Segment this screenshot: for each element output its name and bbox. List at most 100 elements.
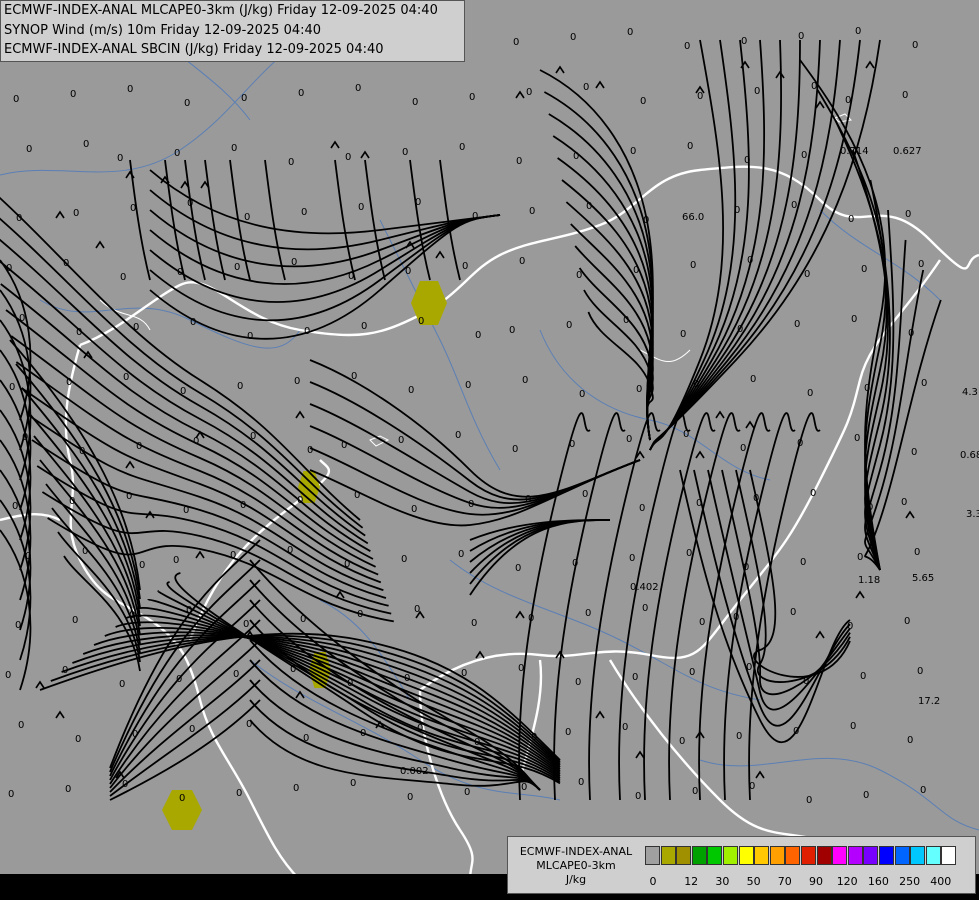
cin-value-label: 0 <box>19 313 25 324</box>
legend-tick-label: 50 <box>746 875 761 888</box>
cin-value-label: 0 <box>414 604 420 615</box>
cin-value-label: 0 <box>790 607 796 618</box>
cin-value-label: 0 <box>455 430 461 441</box>
cin-value-label: 0 <box>179 793 185 804</box>
cin-value-label: 0 <box>288 157 294 168</box>
cin-value-label: 0 <box>136 441 142 452</box>
cin-value-label: 0 <box>686 548 692 559</box>
legend-swatch <box>645 846 660 865</box>
cin-value-label: 3.3 <box>966 509 979 520</box>
legend-swatch <box>941 846 957 865</box>
weather-map[interactable]: 0 0 0 0 0 0 0 0 0 0 0 0 0 0 0 0 0 0 0 0 0 0 0 0 0 0 0 0 0 0 0 0 0 0 0 0 0 0 0 0… <box>0 0 979 900</box>
cin-value-label: 0 <box>69 496 75 507</box>
cin-value-label: 0 <box>26 144 32 155</box>
legend-tick-label: 12 <box>684 875 699 888</box>
cin-value-label: 0 <box>746 662 752 673</box>
cin-value-label: 0 <box>298 88 304 99</box>
cin-value-label: 0 <box>851 314 857 325</box>
legend-tick-label: 160 <box>867 875 889 888</box>
cin-value-label: 0 <box>244 212 250 223</box>
cin-value-label: 0 <box>357 609 363 620</box>
cin-value-label: 0 <box>344 559 350 570</box>
cin-value-label: 0 <box>177 267 183 278</box>
cin-value-label: 0 <box>801 150 807 161</box>
cin-value-label: 0 <box>639 503 645 514</box>
cin-value-label: 0 <box>360 728 366 739</box>
cin-value-label: 0 <box>914 547 920 558</box>
cin-value-label: 0 <box>526 87 532 98</box>
cin-value-label: 1.18 <box>858 575 880 586</box>
cin-value-label: 0 <box>462 261 468 272</box>
cin-value-label: 0 <box>300 614 306 625</box>
cin-value-label: 0 <box>585 608 591 619</box>
cin-value-label: 0 <box>402 147 408 158</box>
cin-value-label: 0 <box>586 201 592 212</box>
cin-value-label: 0 <box>750 374 756 385</box>
legend-tick-label: 120 <box>836 875 858 888</box>
cin-value-label: 0 <box>230 550 236 561</box>
cin-value-label: 0 <box>912 40 918 51</box>
legend-tick-label: 0 <box>649 875 657 888</box>
cin-value-label: 0 <box>303 733 309 744</box>
cin-value-label: 0 <box>810 488 816 499</box>
cin-value-label: 0 <box>72 615 78 626</box>
cin-value-label: 0 <box>509 325 515 336</box>
cin-value-label: 0 <box>861 264 867 275</box>
cin-value-label: 0 <box>680 329 686 340</box>
cin-value-label: 0 <box>240 500 246 511</box>
legend-title-source: ECMWF-INDEX-ANAL <box>519 845 633 858</box>
cin-value-label: 0 <box>25 551 31 562</box>
cin-value-label: 0 <box>119 679 125 690</box>
cin-value-label: 17.2 <box>918 696 940 707</box>
cin-value-label: 0 <box>250 431 256 442</box>
cin-value-label: 0 <box>70 89 76 100</box>
cin-value-label: 0 <box>293 783 299 794</box>
cin-value-label: 0 <box>79 446 85 457</box>
cin-value-label: 0 <box>743 562 749 573</box>
cin-value-label: 0 <box>640 96 646 107</box>
cin-value-label: 0 <box>294 376 300 387</box>
legend-swatch <box>863 846 879 865</box>
cin-value-label: 0 <box>236 788 242 799</box>
cin-value-label: 0 <box>465 380 471 391</box>
cin-value-label: 0 <box>15 620 21 631</box>
cin-value-label: 0 <box>12 501 18 512</box>
cin-value-label: 0 <box>468 499 474 510</box>
cin-value-label: 0 <box>908 328 914 339</box>
legend-swatch <box>723 846 738 865</box>
cin-value-label: 0 <box>697 91 703 102</box>
cin-value-label: 0 <box>190 317 196 328</box>
cin-value-label: 0 <box>405 266 411 277</box>
cin-value-label: 0 <box>572 558 578 569</box>
cin-value-label: 0 <box>522 375 528 386</box>
cin-value-label: 0 <box>633 265 639 276</box>
cin-value-label: 0 <box>13 94 19 105</box>
cin-value-label: 0 <box>741 36 747 47</box>
cin-value-label: 0 <box>518 663 524 674</box>
cin-value-label: 0 <box>475 330 481 341</box>
cin-value-label: 0 <box>911 447 917 458</box>
cin-value-label: 0 <box>184 98 190 109</box>
cin-value-label: 0 <box>632 672 638 683</box>
cin-value-label: 0 <box>904 616 910 627</box>
cin-value-label: 0 <box>679 736 685 747</box>
cin-value-label: 0 <box>803 676 809 687</box>
legend-tick-label: 30 <box>715 875 730 888</box>
cin-value-label: 0 <box>73 208 79 219</box>
cin-value-label: 0 <box>129 610 135 621</box>
cin-value-label: 0 <box>635 791 641 802</box>
cin-value-label: 0 <box>120 272 126 283</box>
cin-value-label: 0 <box>341 440 347 451</box>
cin-value-label: 0 <box>696 498 702 509</box>
cin-value-label: 0 <box>512 444 518 455</box>
map-viewer: 0 0 0 0 0 0 0 0 0 0 0 0 0 0 0 0 0 0 0 0 0 0 0 0 0 0 0 0 0 0 0 0 0 0 0 0 0 0 0 0… <box>0 0 979 900</box>
cin-value-label: 0 <box>117 153 123 164</box>
cin-value-label: 0 <box>576 270 582 281</box>
cin-value-label: 0 <box>304 326 310 337</box>
cin-value-label: 0 <box>627 27 633 38</box>
legend-swatch <box>879 846 894 865</box>
cin-value-label: 0 <box>130 203 136 214</box>
cin-value-label: 0 <box>643 215 649 226</box>
cin-value-label: 0 <box>291 257 297 268</box>
cin-value-label: 0 <box>65 784 71 795</box>
